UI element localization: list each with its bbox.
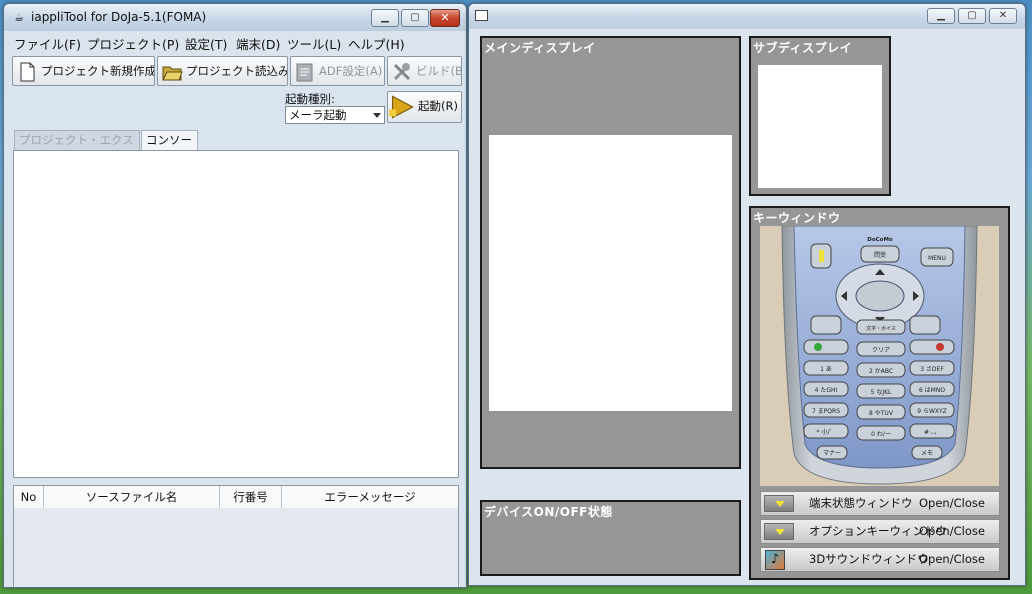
emulator-close-button[interactable]: ✕: [989, 8, 1017, 24]
menu-project[interactable]: プロジェクト(P): [87, 34, 179, 53]
option-key-open-close[interactable]: Open/Close: [919, 520, 985, 543]
key-manner[interactable]: マナー: [823, 450, 841, 457]
build-button[interactable]: ビルド(B): [387, 56, 462, 86]
toggle-arrow-icon[interactable]: [764, 495, 794, 512]
key-3[interactable]: 3 さDEF: [920, 366, 944, 373]
column-header-no[interactable]: No: [14, 486, 44, 508]
adf-document-icon: [296, 63, 313, 81]
play-arrow-icon: [389, 94, 414, 119]
java-cup-icon: ☕: [14, 11, 24, 24]
adf-settings-label: ADF設定(A): [319, 64, 383, 78]
key-9[interactable]: 9 らWXYZ: [917, 408, 947, 415]
launch-button[interactable]: 起動(R): [387, 91, 462, 123]
key-8[interactable]: 8 やTUV: [869, 409, 894, 417]
title-bar[interactable]: ☕ iappliTool for DoJa-5.1(FOMA) ▁ ▢ ✕: [4, 4, 466, 31]
new-project-label: プロジェクト新規作成(N): [41, 64, 155, 78]
emulator-title-bar[interactable]: ▁ ▢ ✕: [469, 4, 1025, 29]
device-state-panel: デバイスON/OFF状態: [480, 500, 741, 576]
toggle-arrow-icon[interactable]: [764, 523, 794, 540]
open-project-button[interactable]: プロジェクト読込み(O): [157, 56, 288, 86]
main-display-screen[interactable]: [489, 135, 732, 411]
adf-settings-button[interactable]: ADF設定(A): [290, 56, 385, 86]
close-button[interactable]: ✕: [430, 9, 460, 27]
key-voice[interactable]: 文字・ボイス: [866, 325, 896, 332]
sub-display-screen[interactable]: [758, 65, 882, 188]
launch-type-label: 起動種別:: [285, 92, 335, 106]
key-1[interactable]: 1 あ: [820, 366, 832, 373]
new-document-icon: [20, 62, 35, 81]
key-2[interactable]: 2 かABC: [869, 368, 893, 375]
menu-bar: ファイル(F) プロジェクト(P) 設定(T) 端末(D) ツール(L) ヘルプ…: [4, 31, 466, 53]
new-project-button[interactable]: プロジェクト新規作成(N): [12, 56, 155, 86]
menu-file[interactable]: ファイル(F): [14, 34, 81, 53]
key-window-panel: キーウィンドウ DoCoMo 問受 MENU 文字・ボイス クリア 1 あ 2 …: [749, 206, 1010, 580]
key-star[interactable]: * 小/゛: [817, 428, 836, 436]
sub-display-panel: サブディスプレイ: [749, 36, 891, 196]
key-hash[interactable]: # 、。: [924, 429, 940, 436]
launch-label: 起動(R): [418, 99, 458, 113]
key-4[interactable]: 4 たGHI: [815, 387, 838, 394]
device-state-open-close[interactable]: Open/Close: [919, 492, 985, 515]
brand-logo: DoCoMo: [867, 237, 893, 243]
phone-keypad-image: DoCoMo 問受 MENU 文字・ボイス クリア 1 あ 2 かABC 3 さ…: [760, 226, 999, 486]
menu-settings[interactable]: 設定(T): [185, 34, 227, 53]
sound-3d-open-close[interactable]: Open/Close: [919, 548, 985, 571]
column-header-error-message[interactable]: エラーメッセージ: [282, 486, 458, 508]
launch-type-select[interactable]: メーラ起動: [285, 106, 385, 124]
emulator-maximize-button[interactable]: ▢: [958, 8, 986, 24]
launch-type-value: メーラ起動: [289, 108, 347, 122]
key-7[interactable]: 7 まPQRS: [812, 408, 840, 415]
sound-3d-window-row: ♪ 3Dサウンドウィンドウ Open/Close: [760, 547, 1000, 572]
maximize-button[interactable]: ▢: [401, 9, 429, 27]
sound-3d-window-label: 3Dサウンドウィンドウ: [809, 552, 929, 566]
build-label: ビルド(B): [416, 64, 461, 78]
console-output[interactable]: [13, 150, 459, 478]
menu-help[interactable]: ヘルプ(H): [348, 34, 405, 53]
open-project-label: プロジェクト読込み(O): [186, 64, 288, 78]
menu-tools[interactable]: ツール(L): [287, 34, 341, 53]
device-state-title: デバイスON/OFF状態: [484, 505, 613, 519]
emulator-minimize-button[interactable]: ▁: [927, 8, 955, 24]
device-state-window-label: 端末状態ウィンドウ: [809, 496, 913, 510]
column-header-line-number[interactable]: 行番号: [220, 486, 282, 508]
sub-display-title: サブディスプレイ: [753, 41, 853, 55]
key-6[interactable]: 6 はMNO: [919, 387, 945, 394]
column-header-source-file[interactable]: ソースファイル名: [44, 486, 220, 508]
device-state-window-row: 端末状態ウィンドウ Open/Close: [760, 491, 1000, 516]
minimize-button[interactable]: ▁: [371, 9, 399, 27]
window-title: iappliTool for DoJa-5.1(FOMA): [31, 10, 207, 24]
main-display-panel: メインディスプレイ: [480, 36, 741, 469]
key-mail-center[interactable]: 問受: [874, 251, 886, 259]
tab-project-explorer[interactable]: プロジェクト・エクスプローラ: [14, 130, 140, 165]
iappli-tool-window: ☕ iappliTool for DoJa-5.1(FOMA) ▁ ▢ ✕ ファ…: [3, 3, 467, 588]
key-memo[interactable]: メモ: [921, 450, 933, 457]
key-0[interactable]: 0 わ/ー: [871, 431, 891, 438]
key-5[interactable]: 5 なJKL: [871, 389, 892, 396]
chevron-down-icon: [373, 113, 381, 118]
open-folder-icon: [162, 66, 183, 80]
menu-device[interactable]: 端末(D): [236, 34, 280, 53]
tab-console[interactable]: コンソール: [141, 130, 198, 165]
emulator-window: ▁ ▢ ✕ メインディスプレイ サブディスプレイ デバイスON/OFF状態 キー…: [468, 3, 1026, 586]
key-clear[interactable]: クリア: [872, 347, 890, 354]
key-window-title: キーウィンドウ: [753, 211, 841, 225]
window-icon: [475, 10, 488, 21]
music-note-icon[interactable]: ♪: [765, 550, 785, 570]
main-display-title: メインディスプレイ: [484, 41, 596, 55]
tools-icon: [393, 62, 411, 80]
key-menu[interactable]: MENU: [928, 255, 946, 262]
option-key-window-row: オプションキーウィンドウ Open/Close: [760, 519, 1000, 544]
phone-keypad: DoCoMo 問受 MENU 文字・ボイス クリア 1 あ 2 かABC 3 さ…: [781, 226, 978, 485]
error-table[interactable]: No ソースファイル名 行番号 エラーメッセージ: [13, 485, 459, 587]
